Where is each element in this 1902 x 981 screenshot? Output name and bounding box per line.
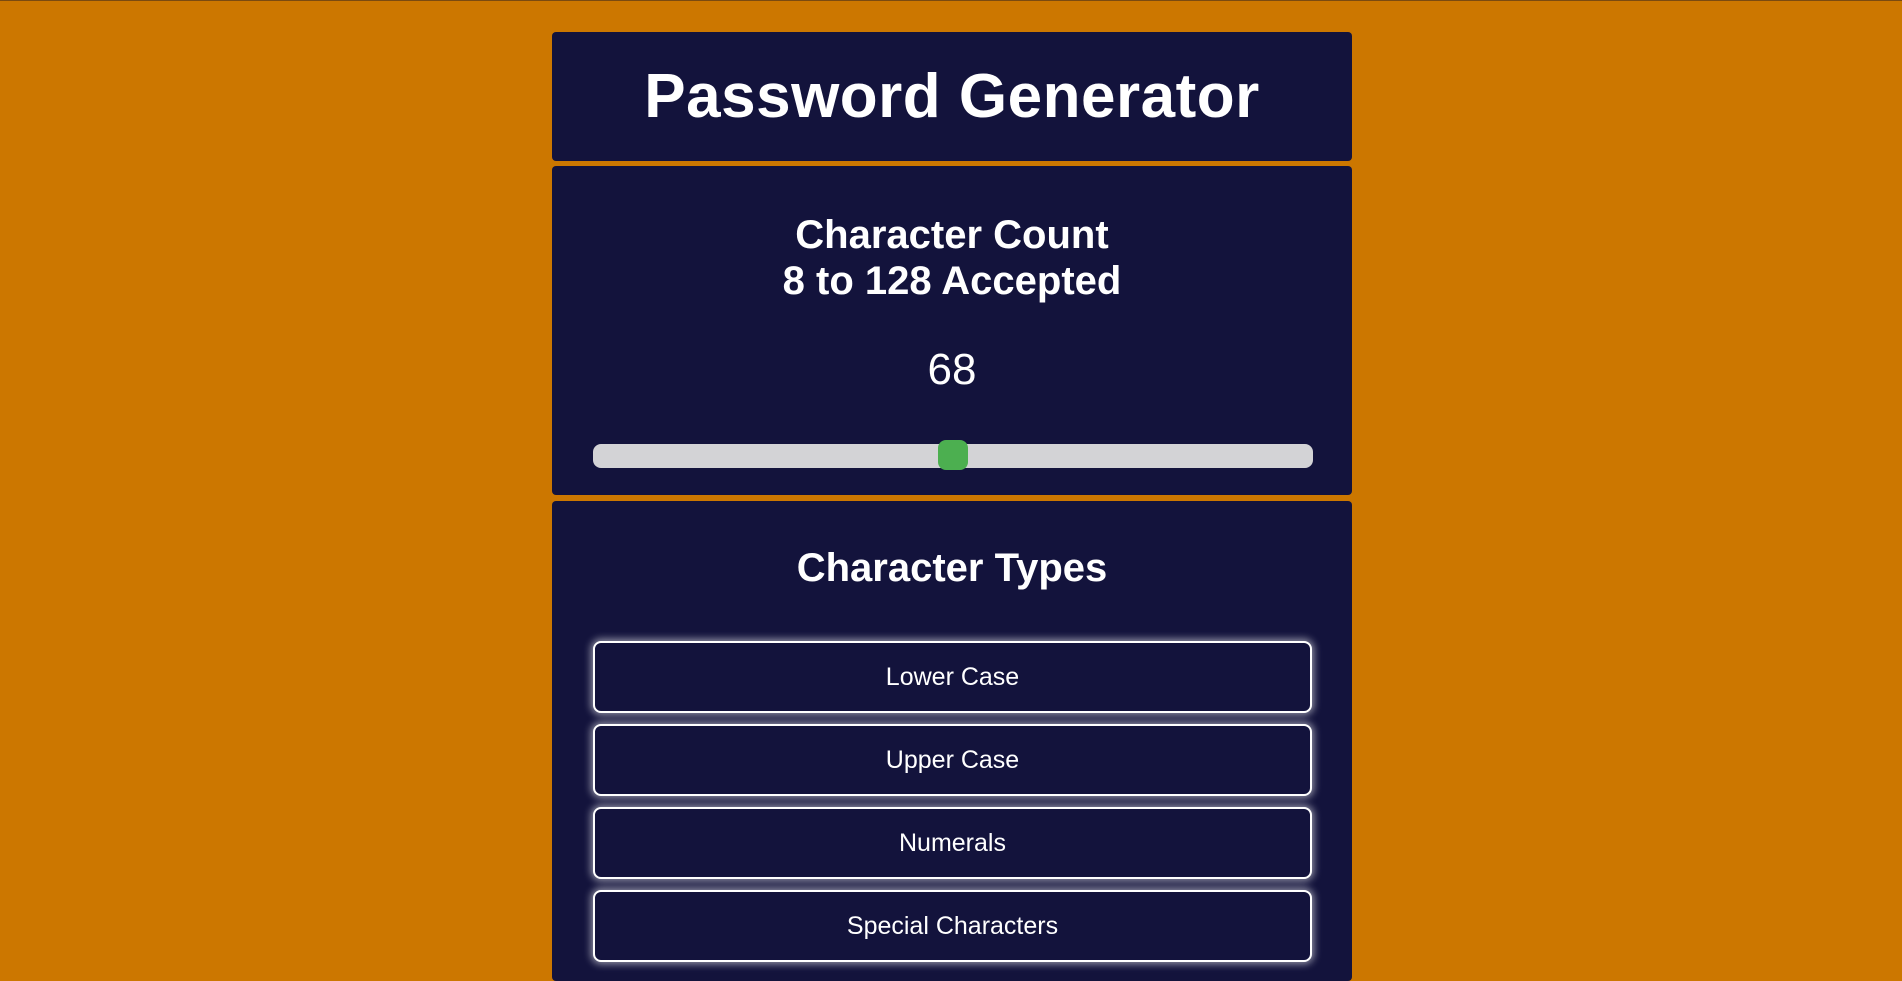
character-count-title: Character Count — [795, 213, 1109, 257]
header-panel: Password Generator — [552, 32, 1352, 161]
character-count-value: 68 — [927, 345, 977, 394]
special-characters-button[interactable]: Special Characters — [593, 890, 1312, 962]
upper-case-button[interactable]: Upper Case — [593, 724, 1312, 796]
character-count-range-note: 8 to 128 Accepted — [782, 259, 1122, 303]
page-title: Password Generator — [644, 62, 1260, 131]
character-count-slider[interactable] — [593, 440, 1313, 470]
character-types-heading: Character Types — [796, 546, 1108, 590]
character-count-panel: Character Count 8 to 128 Accepted 68 — [552, 166, 1352, 495]
numerals-button[interactable]: Numerals — [593, 807, 1312, 879]
character-types-panel: Character Types Lower Case Upper Case Nu… — [552, 501, 1352, 981]
character-count-heading: Character Count 8 to 128 Accepted — [552, 212, 1352, 304]
lower-case-button[interactable]: Lower Case — [593, 641, 1312, 713]
slider-thumb[interactable] — [938, 440, 968, 470]
